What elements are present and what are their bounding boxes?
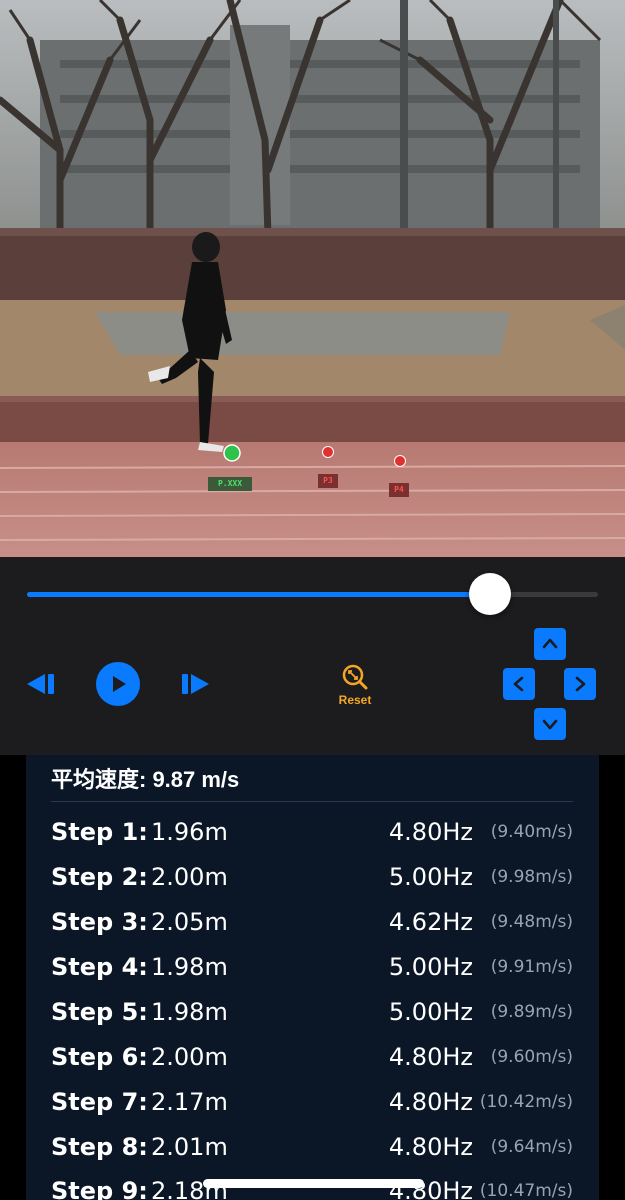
step-speed: (10.47m/s): [479, 1181, 573, 1200]
home-indicator[interactable]: [203, 1179, 424, 1188]
step-distance: 1.98m: [151, 953, 228, 981]
step-label: Step 2:: [51, 863, 148, 891]
play-button[interactable]: [96, 662, 140, 706]
step-row: Step 3: 2.05m 4.62Hz (9.48m/s): [51, 908, 573, 938]
next-frame-button[interactable]: [178, 670, 212, 698]
marker-label: P4: [389, 483, 409, 497]
zoom-reset-icon: [342, 664, 368, 690]
chevron-down-icon: [542, 719, 558, 730]
marker-point-red[interactable]: [322, 446, 334, 458]
step-label: Step 7:: [51, 1088, 148, 1116]
step-backward-icon: [27, 674, 54, 694]
step-speed: (9.48m/s): [490, 912, 573, 932]
marker-point-green[interactable]: [223, 444, 241, 462]
step-label: Step 4:: [51, 953, 148, 981]
timeline-progress: [27, 592, 490, 597]
step-row: Step 1: 1.96m 4.80Hz (9.40m/s): [51, 818, 573, 848]
chevron-up-icon: [542, 638, 558, 649]
step-label: Step 3:: [51, 908, 148, 936]
step-label: Step 1:: [51, 818, 148, 846]
reset-zoom-button[interactable]: Reset: [326, 659, 384, 711]
chevron-right-icon: [575, 676, 586, 692]
step-row: Step 5: 1.98m 5.00Hz (9.89m/s): [51, 998, 573, 1028]
step-distance: 2.00m: [151, 1043, 228, 1071]
step-distance: 2.05m: [151, 908, 228, 936]
marker-label: P3: [318, 474, 338, 488]
step-distance: 1.96m: [151, 818, 228, 846]
step-frequency: 5.00Hz: [388, 863, 473, 891]
step-row: Step 2: 2.00m 5.00Hz (9.98m/s): [51, 863, 573, 893]
timeline-slider[interactable]: [27, 573, 598, 615]
divider: [51, 801, 573, 802]
step-forward-icon: [182, 674, 209, 694]
step-label: Step 8:: [51, 1133, 148, 1161]
step-frequency: 4.80Hz: [388, 1043, 473, 1071]
step-label: Step 6:: [51, 1043, 148, 1071]
marker-point-red[interactable]: [394, 455, 406, 467]
step-distance: 2.01m: [151, 1133, 228, 1161]
playback-controls: [0, 557, 625, 755]
step-frequency: 4.80Hz: [388, 1088, 473, 1116]
video-scene: [0, 0, 625, 557]
app-screen: P.XXX P3 P4 Reset 平均速度: 9.87 m/s Step 1:…: [0, 0, 625, 1200]
move-up-button[interactable]: [534, 628, 566, 660]
step-frequency: 4.80Hz: [388, 818, 473, 846]
step-distance: 2.00m: [151, 863, 228, 891]
step-row: Step 8: 2.01m 4.80Hz (9.64m/s): [51, 1133, 573, 1163]
average-speed: 平均速度: 9.87 m/s: [51, 767, 240, 792]
step-speed: (9.60m/s): [490, 1047, 573, 1067]
step-row: Step 7: 2.17m 4.80Hz (10.42m/s): [51, 1088, 573, 1118]
step-label: Step 9:: [51, 1177, 148, 1200]
move-down-button[interactable]: [534, 708, 566, 740]
video-frame[interactable]: P.XXX P3 P4: [0, 0, 625, 557]
step-frequency: 5.00Hz: [388, 953, 473, 981]
step-distance: 2.17m: [151, 1088, 228, 1116]
step-label: Step 5:: [51, 998, 148, 1026]
step-speed: (9.64m/s): [490, 1137, 573, 1157]
move-right-button[interactable]: [564, 668, 596, 700]
step-frequency: 4.62Hz: [388, 908, 473, 936]
step-speed: (9.98m/s): [490, 867, 573, 887]
previous-frame-button[interactable]: [24, 670, 58, 698]
step-row: Step 4: 1.98m 5.00Hz (9.91m/s): [51, 953, 573, 983]
step-speed: (10.42m/s): [479, 1092, 573, 1112]
step-frequency: 4.80Hz: [388, 1133, 473, 1161]
step-speed: (9.40m/s): [490, 822, 573, 842]
step-speed: (9.91m/s): [490, 957, 573, 977]
step-speed: (9.89m/s): [490, 1002, 573, 1022]
marker-label: P.XXX: [208, 477, 252, 491]
timeline-thumb[interactable]: [468, 573, 511, 615]
move-left-button[interactable]: [503, 668, 535, 700]
reset-label: Reset: [338, 693, 372, 707]
step-distance: 1.98m: [151, 998, 228, 1026]
chevron-left-icon: [513, 676, 524, 692]
step-row: Step 6: 2.00m 4.80Hz (9.60m/s): [51, 1043, 573, 1073]
step-frequency: 5.00Hz: [388, 998, 473, 1026]
play-icon: [113, 676, 126, 692]
